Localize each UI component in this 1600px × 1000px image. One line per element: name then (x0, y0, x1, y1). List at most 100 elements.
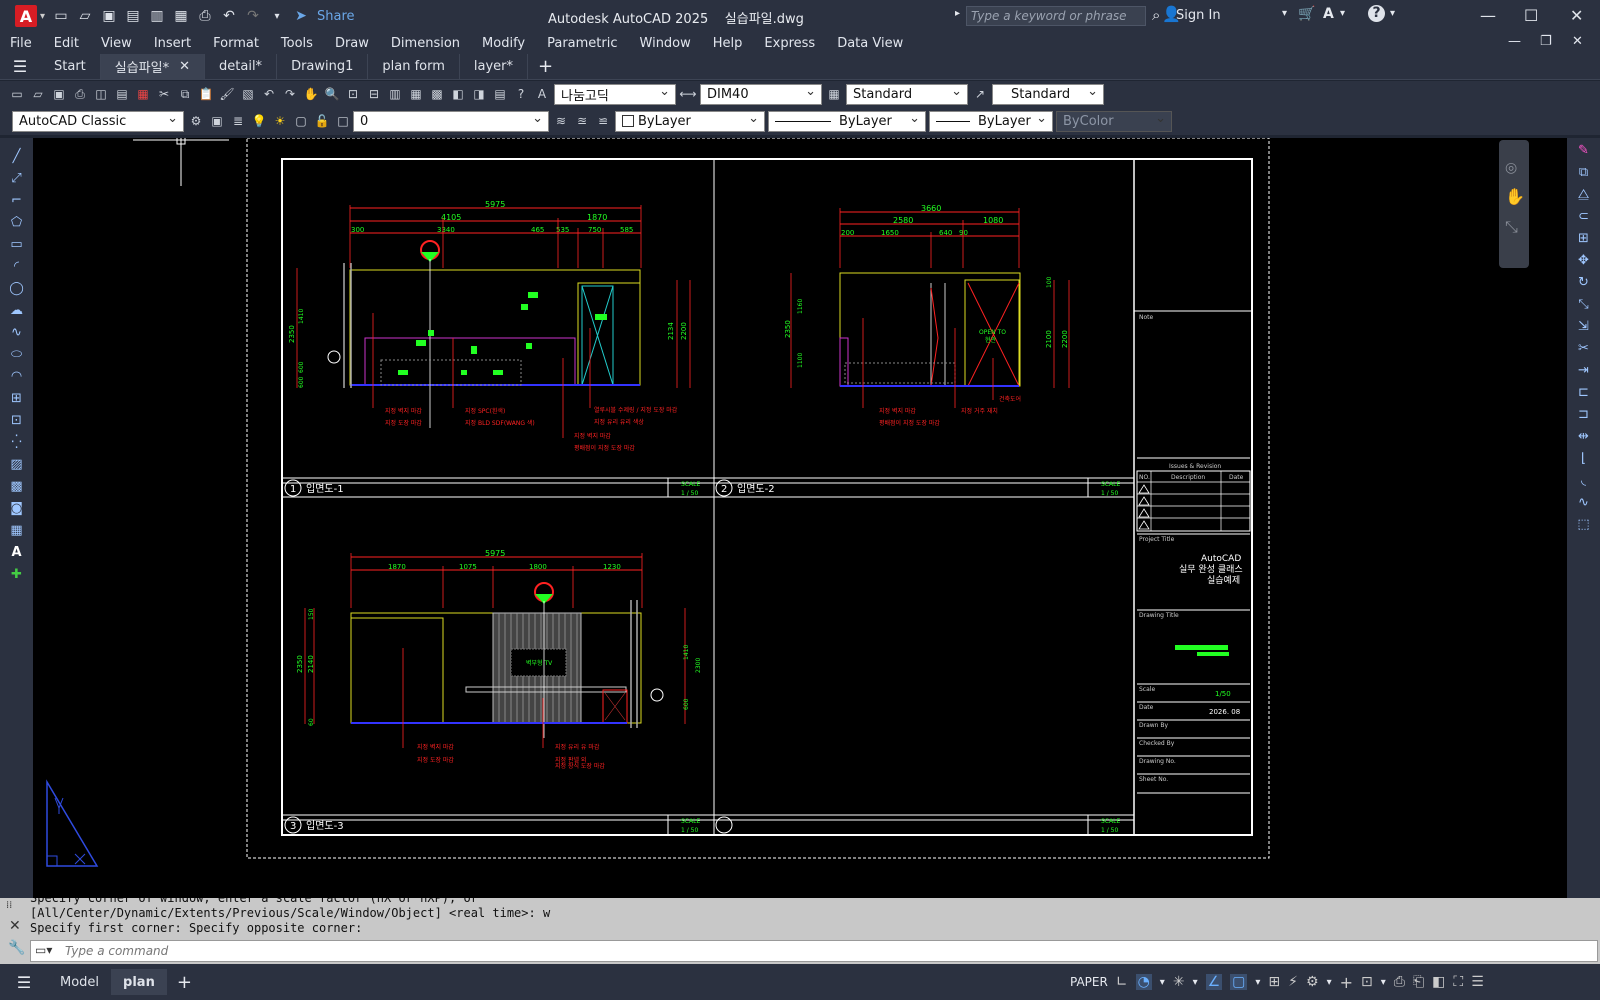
revision-cloud-icon[interactable]: ☁ (6, 300, 28, 320)
search-input[interactable]: Type a keyword or phrase (966, 6, 1146, 26)
units-icon[interactable]: ⊡ (1361, 974, 1373, 990)
trim-icon[interactable]: ✂ (1573, 338, 1595, 358)
polygon-icon[interactable]: ⬠ (6, 212, 28, 232)
break-icon[interactable]: ⊐ (1573, 404, 1595, 424)
polyline-icon[interactable]: ⌐ (6, 190, 28, 210)
share-button[interactable]: Share (317, 9, 355, 24)
layer-states-icon[interactable]: ≌ (594, 112, 612, 130)
tab-start[interactable]: Start (40, 53, 101, 80)
tab-detail[interactable]: detail* (205, 53, 278, 80)
sign-in-chevron-icon[interactable]: ▾ (1282, 8, 1287, 19)
tb-paste-icon[interactable]: 📋 (197, 85, 215, 103)
layer-vp-freeze-icon[interactable]: ▢ (292, 112, 310, 130)
open-folder-icon[interactable]: ▱ (75, 6, 95, 26)
tb-dwf-icon[interactable]: ▦ (134, 85, 152, 103)
move-icon[interactable]: ✥ (1573, 250, 1595, 270)
osnap-chevron-icon[interactable]: ▾ (1255, 977, 1260, 988)
drawing-canvas[interactable]: ◎ ✋ ⤡ 1 입면도-1 SCALE 1 / 50 2 입면도-2 SCALE… (33, 135, 1567, 898)
tab-practice-file[interactable]: 실습파일* ✕ (100, 53, 206, 80)
tb-tool-palette-icon[interactable]: ▩ (428, 85, 446, 103)
menu-view[interactable]: View (101, 36, 132, 51)
help-icon[interactable]: ? (1368, 5, 1385, 22)
tb-new-icon[interactable]: ▭ (8, 85, 26, 103)
lock-ui-icon[interactable]: ⎗ (1413, 974, 1424, 990)
tb-redo-icon[interactable]: ↷ (281, 85, 299, 103)
tab-layout-plan[interactable]: plan (111, 969, 167, 995)
a360-chevron-icon[interactable]: ▾ (1340, 8, 1345, 19)
command-prompt-icon[interactable]: ▭▾ (35, 943, 52, 957)
tb-pan-icon[interactable]: ✋ (302, 85, 320, 103)
text-style-select[interactable]: 나눔고딕 (554, 83, 676, 105)
sign-in-button[interactable]: Sign In (1176, 8, 1221, 23)
tb-calculator-icon[interactable]: ▤ (491, 85, 509, 103)
help-chevron-icon[interactable]: ▾ (1390, 8, 1395, 19)
nav-zoom-icon[interactable]: ⤡ (1505, 217, 1518, 236)
stretch-icon[interactable]: ⇲ (1573, 316, 1595, 336)
annotation-monitor-icon[interactable]: + (1340, 973, 1353, 992)
circle-icon[interactable]: ◯ (6, 278, 28, 298)
array-icon[interactable]: ⊞ (1573, 228, 1595, 248)
redo-icon[interactable]: ↷ (243, 6, 263, 26)
new-layout-plus-icon[interactable]: + (177, 972, 192, 993)
fillet-icon[interactable]: ◟ (1573, 470, 1595, 490)
ellipse-icon[interactable]: ⬭ (6, 344, 28, 364)
erase-icon[interactable]: ✎ (1573, 140, 1595, 160)
save-as-icon[interactable]: ▤ (123, 6, 143, 26)
object-snap-icon[interactable]: ▢ (1230, 974, 1248, 990)
layout-list-menu-icon[interactable]: ☰ (0, 973, 48, 992)
menu-edit[interactable]: Edit (54, 36, 79, 51)
plot-icon[interactable]: ▦ (171, 6, 191, 26)
doc-restore-icon[interactable]: ❐ (1540, 34, 1552, 49)
tb-preview-icon[interactable]: ◫ (92, 85, 110, 103)
scale-icon[interactable]: ⤡ (1573, 294, 1595, 314)
region-icon[interactable]: ◙ (6, 498, 28, 518)
point-icon[interactable]: ⁛ (6, 432, 28, 452)
layer-previous-icon[interactable]: ≊ (573, 112, 591, 130)
steering-wheel-icon[interactable]: ◎ (1505, 160, 1517, 176)
tb-copy-icon[interactable]: ⧉ (176, 85, 194, 103)
chamfer-icon[interactable]: ⌊ (1573, 448, 1595, 468)
minimize-icon[interactable]: — (1480, 6, 1496, 25)
annotation-scale-icon[interactable]: ⊞ (1268, 974, 1280, 990)
command-input[interactable]: ▭▾ Type a command (30, 940, 1598, 962)
save-icon[interactable]: ▣ (99, 6, 119, 26)
nav-pan-icon[interactable]: ✋ (1505, 187, 1525, 206)
undo-icon[interactable]: ↶ (219, 6, 239, 26)
add-selected-icon[interactable]: ✚ (6, 564, 28, 584)
blend-curves-icon[interactable]: ∿ (1573, 492, 1595, 512)
close-icon[interactable]: ✕ (1570, 6, 1583, 25)
table-style-select[interactable]: Standard (846, 83, 968, 105)
make-current-layer-icon[interactable]: ≋ (552, 112, 570, 130)
construction-line-icon[interactable]: ⤢ (6, 168, 28, 188)
tab-close-icon[interactable]: ✕ (179, 59, 190, 74)
menu-parametric[interactable]: Parametric (547, 36, 617, 51)
command-close-icon[interactable]: ✕ (9, 918, 21, 934)
tb-publish-icon[interactable]: ▤ (113, 85, 131, 103)
layer-select[interactable]: 0 (353, 110, 549, 132)
menu-help[interactable]: Help (713, 36, 743, 51)
workspace-switch-icon[interactable]: ⚙ (1306, 974, 1319, 990)
menu-express[interactable]: Express (764, 36, 815, 51)
tb-save-icon[interactable]: ▣ (50, 85, 68, 103)
new-file-icon[interactable]: ▭ (51, 6, 71, 26)
command-customize-wrench-icon[interactable]: 🔧 (8, 940, 25, 956)
layer-freeze-sun-icon[interactable]: ☀ (271, 112, 289, 130)
hamburger-menu-icon[interactable]: ☰ (0, 57, 40, 76)
layer-on-bulb-icon[interactable]: 💡 (250, 112, 268, 130)
doc-close-icon[interactable]: ✕ (1572, 34, 1583, 49)
workspace-select[interactable]: AutoCAD Classic (12, 110, 184, 132)
tb-zoom-realtime-icon[interactable]: 🔍 (323, 85, 341, 103)
copy-object-icon[interactable]: ⧉ (1573, 162, 1595, 182)
workspace-chevron-icon[interactable]: ▾ (1327, 977, 1332, 988)
tb-sheet-set-icon[interactable]: ◧ (449, 85, 467, 103)
paper-space-toggle[interactable]: PAPER (1070, 975, 1108, 989)
tb-match-icon[interactable]: 🖌 (218, 85, 236, 103)
lineweight-select[interactable]: ByLayer (929, 110, 1053, 132)
maximize-icon[interactable]: ☐ (1524, 6, 1538, 25)
menu-draw[interactable]: Draw (335, 36, 369, 51)
explode-icon[interactable]: ⬚ (1573, 514, 1595, 534)
tb-design-center-icon[interactable]: ▦ (407, 85, 425, 103)
rotate-icon[interactable]: ↻ (1573, 272, 1595, 292)
doc-minimize-icon[interactable]: — (1508, 34, 1521, 49)
multiline-text-icon[interactable]: A (6, 542, 28, 562)
